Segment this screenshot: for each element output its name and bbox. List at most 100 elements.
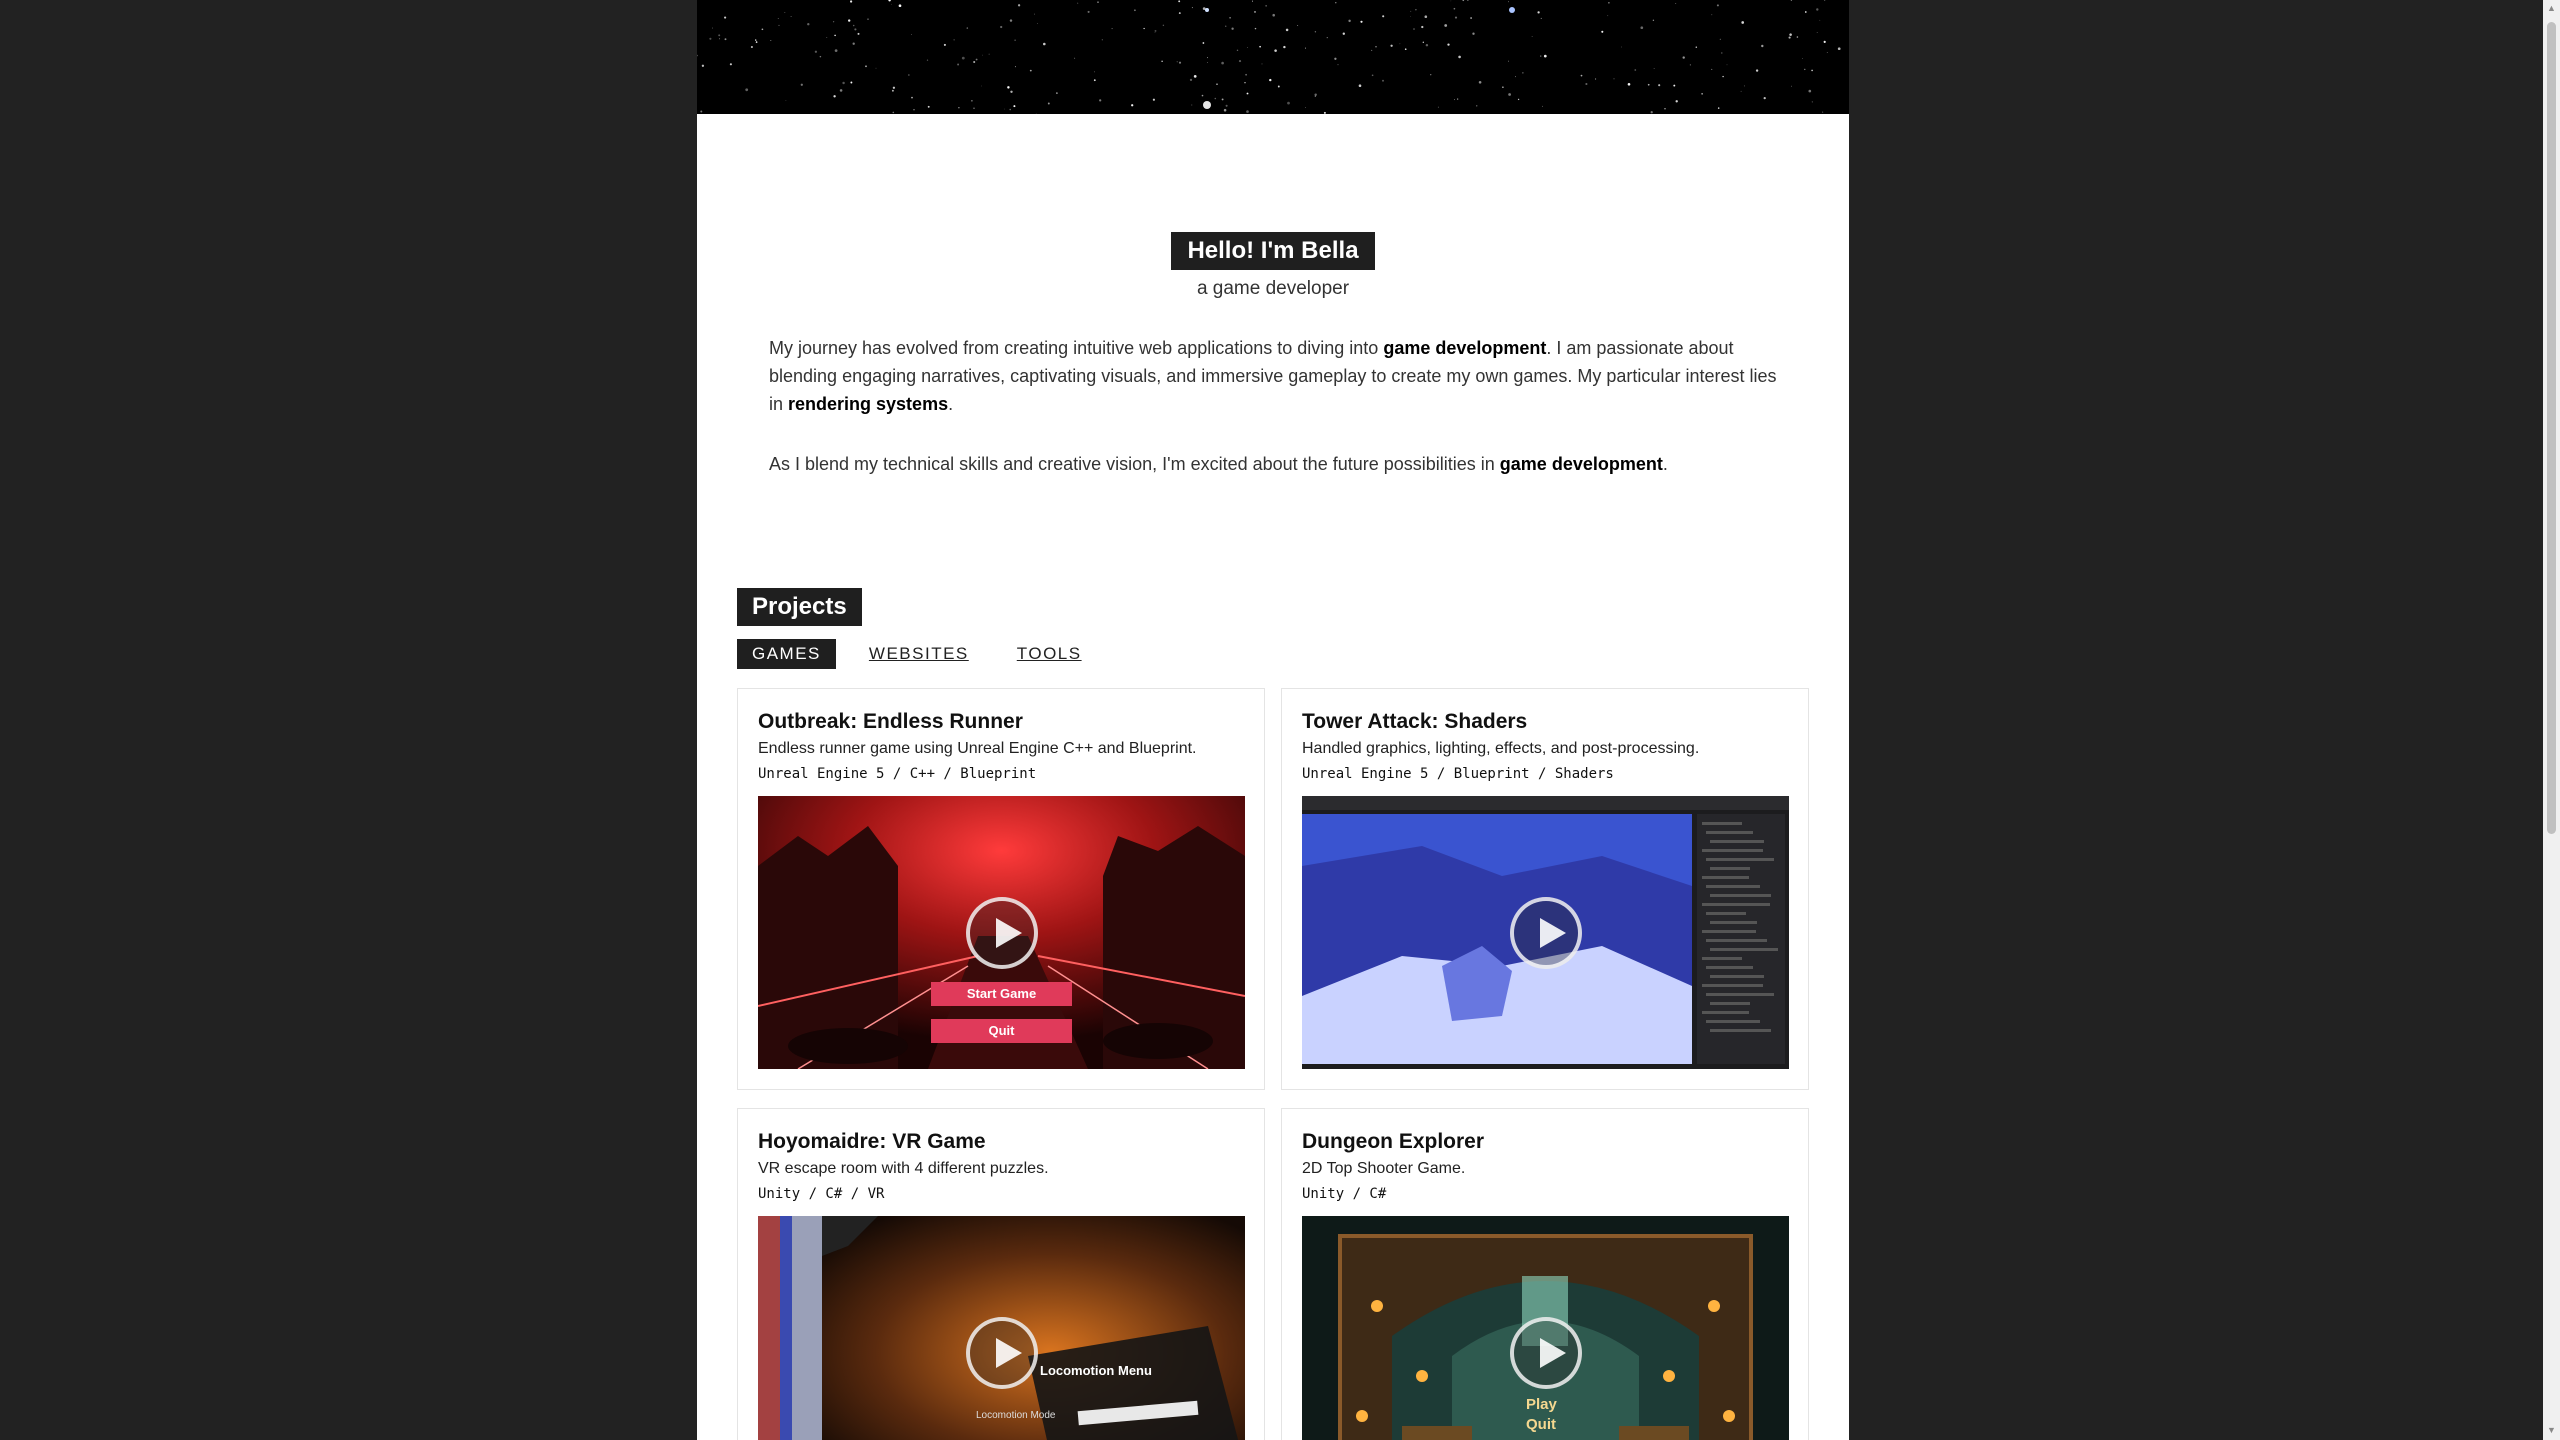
video-thumbnail[interactable]: Play Quit (1302, 1216, 1789, 1440)
project-card-tower-attack[interactable]: Tower Attack: Shaders Handled graphics, … (1281, 688, 1809, 1090)
star (973, 60, 976, 64)
star (1245, 73, 1247, 76)
card-title: Hoyomaidre: VR Game (758, 1130, 986, 1153)
star (770, 39, 772, 42)
star (1047, 102, 1050, 105)
starfield-banner (697, 0, 1849, 114)
about-highlight: game development (1383, 338, 1547, 358)
star (1410, 15, 1412, 17)
card-description: Handled graphics, lighting, effects, and… (1302, 740, 1700, 757)
star (1453, 7, 1456, 10)
star (971, 99, 973, 102)
play-icon[interactable] (965, 1316, 1038, 1389)
star (819, 55, 822, 58)
star (1207, 62, 1208, 63)
star (1178, 61, 1182, 64)
star (833, 95, 836, 98)
panel-line (1710, 1029, 1771, 1032)
star (1014, 66, 1016, 68)
star (1007, 86, 1010, 89)
star (854, 28, 857, 31)
star (1761, 44, 1764, 48)
hero-subtitle: a game developer (1196, 278, 1350, 299)
star (1093, 79, 1096, 82)
play-icon[interactable] (1509, 1316, 1582, 1389)
star (1673, 84, 1676, 87)
tab-tools[interactable]: TOOLS (1002, 639, 1097, 669)
star (1154, 32, 1156, 33)
about-text-span: As I blend my technical skills and creat… (769, 454, 1500, 474)
star (1360, 20, 1363, 23)
about-highlight: rendering systems (788, 394, 949, 414)
star (1808, 89, 1812, 93)
star (1478, 80, 1482, 84)
star (1225, 25, 1227, 27)
video-thumbnail[interactable]: Start Game Quit (758, 796, 1245, 1069)
star (1225, 104, 1228, 107)
star (1013, 105, 1016, 108)
star (891, 89, 894, 92)
project-card-hoyomaidre[interactable]: Hoyomaidre: VR Game VR escape room with … (737, 1108, 1265, 1440)
star (961, 56, 965, 60)
star (761, 28, 764, 31)
star (1261, 63, 1263, 65)
star (1457, 98, 1459, 100)
star (1540, 17, 1542, 19)
star (1287, 101, 1290, 105)
video-thumbnail[interactable] (1302, 796, 1789, 1069)
star (1189, 78, 1193, 82)
star (1824, 0, 1826, 2)
star (1531, 36, 1533, 37)
star (1621, 46, 1622, 48)
star (1304, 47, 1306, 49)
star (1607, 15, 1609, 17)
panel-line (1702, 876, 1749, 879)
star (966, 27, 969, 29)
star (865, 65, 867, 68)
star (1014, 39, 1016, 41)
video-thumbnail[interactable]: Locomotion Menu Locomotion Mode (758, 1216, 1245, 1440)
star (1000, 25, 1003, 29)
star (1634, 69, 1637, 71)
project-card-dungeon-explorer[interactable]: Dungeon Explorer 2D Top Shooter Game. Un… (1281, 1108, 1809, 1440)
star (1314, 93, 1317, 96)
scrollbar-thumb[interactable] (2547, 22, 2556, 834)
tab-websites[interactable]: WEBSITES (854, 639, 984, 669)
star (755, 41, 758, 43)
star (701, 64, 705, 67)
star (1664, 107, 1666, 110)
star (1244, 82, 1246, 84)
panel-line (1710, 840, 1764, 843)
star (1207, 57, 1208, 59)
star (1326, 37, 1328, 39)
play-icon[interactable] (1509, 896, 1582, 969)
star (839, 89, 843, 92)
play-icon[interactable] (965, 896, 1038, 969)
star (1269, 78, 1272, 82)
page-scrollbar[interactable]: ▲ ▼ (2543, 0, 2560, 1440)
scroll-up-icon[interactable]: ▲ (2547, 4, 2556, 13)
card-description: 2D Top Shooter Game. (1302, 1160, 1466, 1177)
tab-games[interactable]: GAMES (737, 639, 836, 669)
star (1334, 57, 1337, 60)
star (1404, 48, 1407, 51)
star (1472, 32, 1475, 35)
star (1517, 98, 1520, 101)
panel-line (1706, 885, 1760, 888)
panel-line (1702, 930, 1756, 933)
star (1143, 27, 1145, 30)
star (1003, 108, 1005, 110)
scroll-down-icon[interactable]: ▼ (2547, 1426, 2556, 1435)
star (892, 86, 896, 89)
star (1470, 17, 1473, 19)
star (908, 74, 910, 76)
star (1037, 23, 1038, 24)
star (1236, 49, 1239, 52)
star (1399, 43, 1401, 45)
star (1816, 32, 1818, 34)
project-card-outbreak[interactable]: Outbreak: Endless Runner Endless runner … (737, 688, 1265, 1090)
star (1277, 85, 1280, 88)
star (1382, 79, 1384, 82)
star (1178, 12, 1181, 15)
star (1819, 19, 1821, 21)
